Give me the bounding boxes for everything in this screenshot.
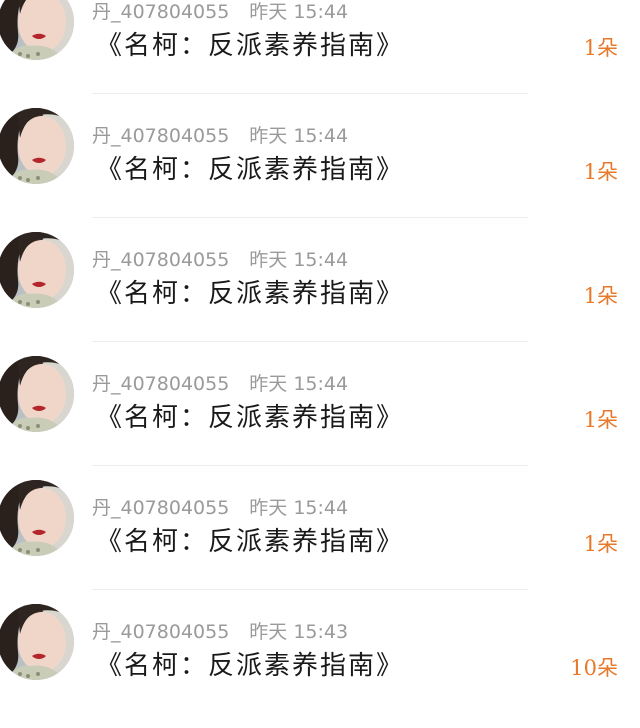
avatar-image	[0, 356, 74, 432]
username[interactable]: 丹_407804055	[92, 1, 229, 23]
avatar-image	[0, 108, 74, 184]
comment-meta: 丹_407804055 昨天 15:44	[92, 122, 348, 150]
comment-row[interactable]: 丹_407804055 昨天 15:44 《名柯：反派素养指南》 1朵	[0, 356, 640, 480]
comment-meta: 丹_407804055 昨天 15:44	[92, 370, 348, 398]
timestamp: 昨天 15:44	[249, 249, 349, 271]
avatar-image	[0, 480, 74, 556]
comment-row[interactable]: 丹_407804055 昨天 15:44 《名柯：反派素养指南》 1朵	[0, 480, 640, 604]
username[interactable]: 丹_407804055	[92, 373, 229, 395]
comment-list: 丹_407804055 昨天 15:44 《名柯：反派素养指南》 1朵 丹_40780…	[0, 0, 640, 724]
user-avatar[interactable]	[0, 480, 74, 556]
avatar-image	[0, 0, 74, 60]
comment-text: 《名柯：反派素养指南》	[96, 155, 405, 185]
avatar-image	[0, 232, 74, 308]
flower-count: 10朵	[570, 656, 618, 680]
flower-count: 1朵	[583, 408, 618, 432]
user-avatar[interactable]	[0, 0, 74, 60]
row-divider	[92, 93, 528, 94]
timestamp: 昨天 15:44	[249, 125, 349, 147]
user-avatar[interactable]	[0, 232, 74, 308]
username[interactable]: 丹_407804055	[92, 497, 229, 519]
row-divider	[92, 465, 528, 466]
comment-text: 《名柯：反派素养指南》	[96, 403, 405, 433]
comment-row[interactable]: 丹_407804055 昨天 15:43 《名柯：反派素养指南》 10朵	[0, 604, 640, 728]
flower-count: 1朵	[583, 532, 618, 556]
comment-meta: 丹_407804055 昨天 15:44	[92, 0, 348, 26]
comment-text: 《名柯：反派素养指南》	[96, 651, 405, 681]
timestamp: 昨天 15:44	[249, 497, 349, 519]
user-avatar[interactable]	[0, 604, 74, 680]
comment-row[interactable]: 丹_407804055 昨天 15:44 《名柯：反派素养指南》 1朵	[0, 108, 640, 232]
row-divider	[92, 341, 528, 342]
user-avatar[interactable]	[0, 356, 74, 432]
flower-count: 1朵	[583, 36, 618, 60]
username[interactable]: 丹_407804055	[92, 249, 229, 271]
timestamp: 昨天 15:44	[249, 373, 349, 395]
username[interactable]: 丹_407804055	[92, 621, 229, 643]
timestamp: 昨天 15:43	[249, 621, 349, 643]
comment-row[interactable]: 丹_407804055 昨天 15:44 《名柯：反派素养指南》 1朵	[0, 0, 640, 108]
row-divider	[92, 589, 528, 590]
comment-row[interactable]: 丹_407804055 昨天 15:44 《名柯：反派素养指南》 1朵	[0, 232, 640, 356]
flower-count: 1朵	[583, 284, 618, 308]
user-avatar[interactable]	[0, 108, 74, 184]
timestamp: 昨天 15:44	[249, 1, 349, 23]
comment-meta: 丹_407804055 昨天 15:44	[92, 246, 348, 274]
comment-meta: 丹_407804055 昨天 15:43	[92, 618, 348, 646]
row-divider	[92, 217, 528, 218]
comment-text: 《名柯：反派素养指南》	[96, 31, 405, 61]
flower-count: 1朵	[583, 160, 618, 184]
comment-text: 《名柯：反派素养指南》	[96, 279, 405, 309]
avatar-image	[0, 604, 74, 680]
comment-text: 《名柯：反派素养指南》	[96, 527, 405, 557]
username[interactable]: 丹_407804055	[92, 125, 229, 147]
comment-meta: 丹_407804055 昨天 15:44	[92, 494, 348, 522]
